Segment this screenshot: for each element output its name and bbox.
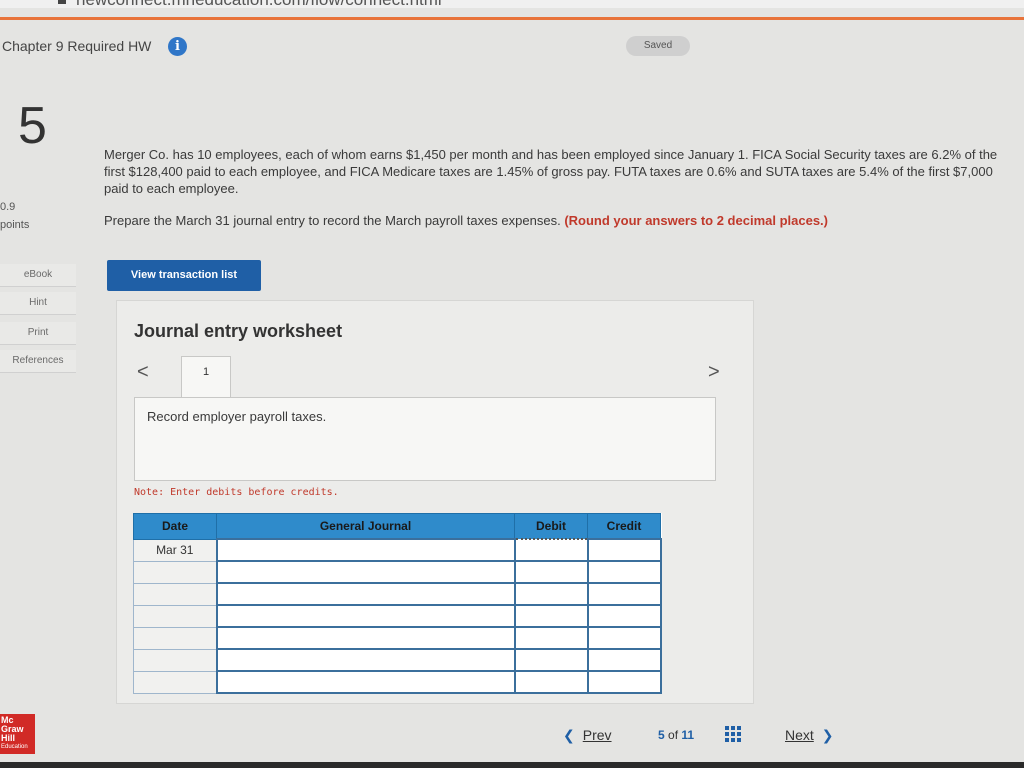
worksheet-title: Journal entry worksheet: [134, 321, 343, 341]
assignment-title: Chapter 9 Required HW: [2, 38, 152, 54]
logo-text-hill: Hill: [1, 733, 16, 743]
account-input[interactable]: [215, 648, 516, 672]
account-input[interactable]: [215, 626, 516, 650]
debit-input[interactable]: [513, 604, 589, 628]
date-cell: [133, 670, 217, 694]
rounding-note: (Round your answers to 2 decimal places.…: [564, 213, 828, 228]
logo-text-education: Education: [1, 744, 28, 750]
table-row: [133, 582, 662, 606]
info-icon[interactable]: i: [168, 37, 187, 56]
credit-input[interactable]: [586, 648, 662, 672]
credit-input[interactable]: [586, 560, 662, 584]
points-label: points: [0, 219, 30, 231]
next-button[interactable]: Next ❯: [785, 727, 834, 744]
account-input[interactable]: [215, 538, 516, 562]
column-header-date: Date: [133, 513, 217, 540]
page-current: 5: [658, 728, 665, 742]
print-link[interactable]: Print: [0, 322, 76, 345]
page-of: of: [668, 728, 679, 742]
credit-input[interactable]: [586, 626, 662, 650]
account-input[interactable]: [215, 560, 516, 584]
column-header-debit: Debit: [514, 513, 588, 540]
security-icon: [58, 0, 66, 4]
credit-input[interactable]: [586, 538, 662, 562]
debit-input[interactable]: [513, 538, 589, 562]
saved-status-badge: Saved: [626, 36, 690, 56]
bottom-bar: [0, 762, 1024, 768]
next-label: Next: [785, 727, 814, 743]
table-row: [133, 560, 662, 584]
view-transaction-list-button[interactable]: View transaction list: [107, 260, 261, 291]
worksheet-tab-1[interactable]: 1: [181, 356, 231, 399]
page-indicator: 5 of 11: [658, 728, 694, 742]
date-cell: [133, 560, 217, 584]
credit-input[interactable]: [586, 670, 662, 694]
ebook-link[interactable]: eBook: [0, 264, 76, 287]
account-input[interactable]: [215, 670, 516, 694]
debit-input[interactable]: [513, 648, 589, 672]
points-value: 0.9: [0, 201, 16, 213]
account-input[interactable]: [215, 604, 516, 628]
date-cell: [133, 582, 217, 606]
credit-input[interactable]: [586, 582, 662, 606]
chevron-left-icon[interactable]: <: [137, 361, 149, 384]
debit-input[interactable]: [513, 626, 589, 650]
journal-header-row: Date General Journal Debit Credit: [133, 513, 661, 540]
question-number: 5: [18, 97, 47, 155]
chevron-right-icon: ❯: [821, 727, 834, 743]
column-header-credit: Credit: [587, 513, 661, 540]
table-row: [133, 604, 662, 628]
chevron-right-icon[interactable]: >: [708, 361, 720, 384]
debits-credits-note: Note: Enter debits before credits.: [134, 487, 339, 498]
debit-input[interactable]: [513, 670, 589, 694]
url-text[interactable]: newconnect.mheducation.com/flow/connect.…: [76, 0, 442, 8]
date-cell: [133, 604, 217, 628]
references-link[interactable]: References: [0, 350, 76, 373]
problem-statement: Merger Co. has 10 employees, each of who…: [104, 147, 998, 196]
debit-input[interactable]: [513, 560, 589, 584]
mcgraw-hill-logo: Mc Graw Hill Education: [0, 714, 35, 754]
prev-button[interactable]: ❮ Prev: [563, 727, 612, 744]
chevron-left-icon: ❮: [563, 727, 575, 743]
instruction-line: Prepare the March 31 journal entry to re…: [104, 213, 1016, 228]
account-input[interactable]: [215, 582, 516, 606]
page-total: 11: [681, 728, 695, 742]
column-header-general-journal: General Journal: [216, 513, 515, 540]
debit-input[interactable]: [513, 582, 589, 606]
credit-input[interactable]: [586, 604, 662, 628]
prev-label: Prev: [582, 727, 612, 743]
date-cell: [133, 626, 217, 650]
browser-url-bar[interactable]: newconnect.mheducation.com/flow/connect.…: [0, 0, 1024, 8]
date-cell: Mar 31: [133, 538, 217, 562]
table-row: [133, 670, 662, 694]
grid-icon[interactable]: [725, 726, 741, 742]
table-row: Mar 31: [133, 538, 662, 562]
header-accent-line: [0, 17, 1024, 20]
date-cell: [133, 648, 217, 672]
table-row: [133, 648, 662, 672]
record-instruction: Record employer payroll taxes.: [147, 409, 327, 424]
instruction-text: Prepare the March 31 journal entry to re…: [104, 213, 561, 228]
hint-link[interactable]: Hint: [0, 292, 76, 315]
table-row: [133, 626, 662, 650]
journal-table: Date General Journal Debit Credit Mar 31: [133, 513, 662, 694]
